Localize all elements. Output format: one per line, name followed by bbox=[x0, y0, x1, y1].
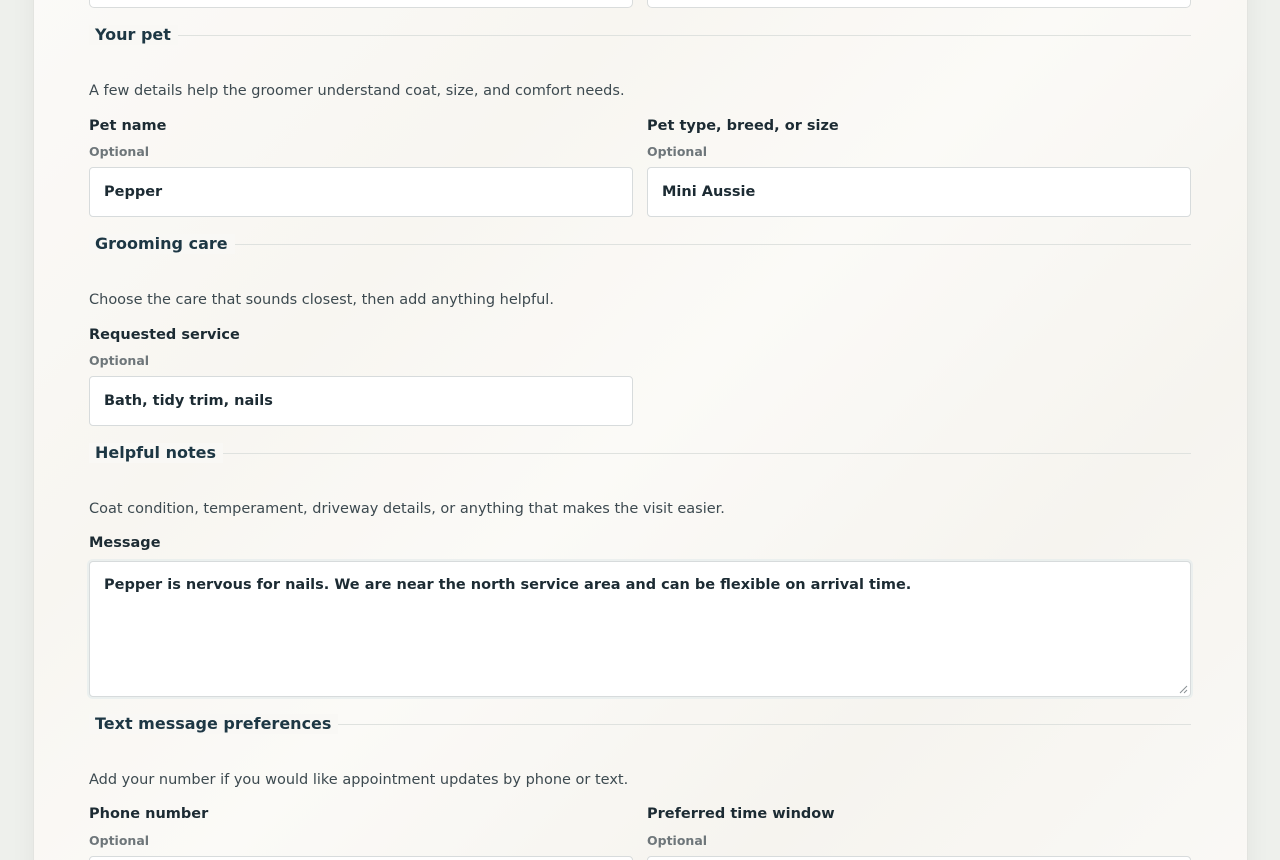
previous-field-right[interactable] bbox=[647, 0, 1191, 8]
resize-grip-icon[interactable] bbox=[1179, 685, 1188, 694]
section-text-message-preferences: Text message preferences bbox=[89, 714, 1191, 734]
message-label: Message bbox=[89, 535, 161, 551]
message-textarea[interactable]: Pepper is nervous for nails. We are near… bbox=[89, 561, 1191, 697]
pet-type-optional-hint: Optional bbox=[647, 144, 708, 159]
message-text: Pepper is nervous for nails. We are near… bbox=[104, 577, 912, 593]
section-title: Grooming care bbox=[89, 234, 235, 254]
phone-number-label: Phone number bbox=[89, 806, 209, 822]
section-title: Text message preferences bbox=[89, 714, 339, 734]
section-divider bbox=[89, 244, 1191, 245]
phone-number-optional-hint: Optional bbox=[89, 833, 150, 848]
requested-service-input[interactable]: Bath, tidy trim, nails bbox=[89, 376, 633, 426]
section-description: Coat condition, temperament, driveway de… bbox=[89, 501, 725, 517]
pet-name-input[interactable]: Pepper bbox=[89, 167, 633, 217]
section-helpful-notes: Helpful notes bbox=[89, 443, 1191, 463]
preferred-time-window-optional-hint: Optional bbox=[647, 833, 708, 848]
section-your-pet: Your pet bbox=[89, 25, 1191, 45]
requested-service-label: Requested service bbox=[89, 327, 240, 343]
pet-type-label: Pet type, breed, or size bbox=[647, 118, 839, 134]
section-divider bbox=[89, 453, 1191, 454]
preferred-time-window-label: Preferred time window bbox=[647, 806, 835, 822]
pet-name-label: Pet name bbox=[89, 118, 167, 134]
requested-service-optional-hint: Optional bbox=[89, 353, 150, 368]
section-grooming-care: Grooming care bbox=[89, 234, 1191, 254]
section-description: A few details help the groomer understan… bbox=[89, 83, 625, 99]
pet-name-optional-hint: Optional bbox=[89, 144, 150, 159]
preferred-time-window-input[interactable] bbox=[647, 856, 1191, 860]
section-description: Choose the care that sounds closest, the… bbox=[89, 292, 554, 308]
section-title: Your pet bbox=[89, 25, 178, 45]
pet-type-input[interactable]: Mini Aussie bbox=[647, 167, 1191, 217]
section-description: Add your number if you would like appoin… bbox=[89, 772, 629, 788]
section-divider bbox=[89, 35, 1191, 36]
section-title: Helpful notes bbox=[89, 443, 223, 463]
previous-field-left[interactable] bbox=[89, 0, 633, 8]
phone-number-input[interactable] bbox=[89, 856, 633, 860]
